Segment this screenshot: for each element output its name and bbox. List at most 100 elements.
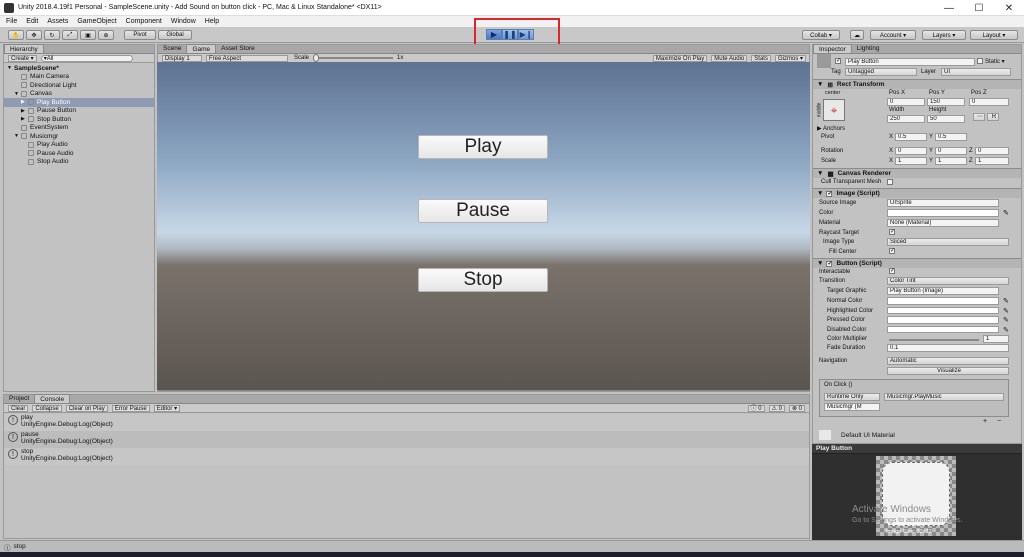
tab-game[interactable]: Game bbox=[186, 44, 217, 53]
hierarchy-search-input[interactable]: ▾All bbox=[40, 54, 133, 62]
tab-console[interactable]: Console bbox=[34, 394, 71, 403]
material-field[interactable]: None (Material) bbox=[887, 219, 999, 227]
remove-event-button[interactable]: − bbox=[997, 418, 1001, 425]
object-name-input[interactable]: Play Button bbox=[845, 58, 975, 66]
clear-button[interactable]: Clear bbox=[8, 404, 29, 412]
hierarchy-item[interactable]: ▶ Play Button bbox=[4, 98, 154, 107]
layer-dropdown[interactable]: UI bbox=[941, 68, 1011, 76]
console-entry[interactable]: ! play UnityEngine.Debug:Log(Object) bbox=[4, 414, 809, 431]
hierarchy-item[interactable]: ▼ Musicmgr bbox=[4, 132, 154, 141]
button-script-header[interactable]: ▼ ✓ Button (Script) bbox=[813, 258, 1021, 268]
static-dropdown[interactable]: Static ▾ bbox=[985, 58, 1005, 65]
color-swatch[interactable] bbox=[887, 209, 999, 217]
menu-window[interactable]: Window bbox=[171, 18, 196, 25]
foldout-arrow-icon[interactable]: ▼ bbox=[14, 91, 21, 97]
global-toggle[interactable]: Global bbox=[158, 30, 192, 40]
hand-tool-icon[interactable]: ✋ bbox=[8, 30, 24, 40]
pivot-y-field[interactable]: 0.5 bbox=[935, 133, 967, 141]
image-enabled-checkbox[interactable]: ✓ bbox=[826, 190, 832, 197]
foldout-arrow-icon[interactable]: ▶ bbox=[21, 116, 28, 122]
rect-tool-icon[interactable]: ▣ bbox=[80, 30, 96, 40]
hierarchy-item[interactable]: Directional Light bbox=[4, 81, 154, 90]
foldout-arrow-icon[interactable]: ▶ bbox=[21, 108, 28, 114]
raycast-checkbox[interactable]: ✓ bbox=[889, 229, 895, 235]
menu-gameobject[interactable]: GameObject bbox=[77, 18, 116, 25]
menu-file[interactable]: File bbox=[6, 18, 17, 25]
tab-hierarchy[interactable]: Hierarchy bbox=[4, 44, 44, 53]
editor-dropdown[interactable]: Editor ▾ bbox=[153, 404, 181, 412]
tab-asset-store[interactable]: Asset Store bbox=[216, 44, 260, 53]
tab-project[interactable]: Project bbox=[4, 394, 34, 403]
static-checkbox[interactable] bbox=[977, 58, 983, 64]
pivot-x-field[interactable]: 0.5 bbox=[895, 133, 927, 141]
scale-y-field[interactable]: 1 bbox=[935, 157, 967, 165]
transform-tool-icon[interactable]: ⊕ bbox=[98, 30, 114, 40]
color-swatch[interactable] bbox=[887, 316, 999, 324]
rotation-y-field[interactable]: 0 bbox=[935, 147, 967, 155]
mute-audio-toggle[interactable]: Mute Audio bbox=[711, 54, 748, 62]
eyedropper-icon[interactable]: ✎ bbox=[1003, 316, 1009, 324]
game-view[interactable]: Play Pause Stop bbox=[157, 62, 810, 390]
hierarchy-item[interactable]: Play Audio bbox=[4, 141, 154, 150]
gizmos-dropdown[interactable]: Gizmos ▾ bbox=[774, 54, 806, 62]
tag-dropdown[interactable]: Untagged bbox=[845, 68, 917, 76]
image-script-header[interactable]: ▼ ✓ Image (Script) bbox=[813, 188, 1021, 198]
foldout-arrow-icon[interactable]: ▶ bbox=[21, 99, 28, 105]
tab-scene[interactable]: Scene bbox=[158, 44, 186, 53]
visualize-button[interactable]: Visualize bbox=[887, 367, 1009, 375]
hierarchy-item[interactable]: Pause Audio bbox=[4, 149, 154, 158]
menu-assets[interactable]: Assets bbox=[47, 18, 68, 25]
add-event-button[interactable]: + bbox=[983, 418, 987, 425]
menu-component[interactable]: Component bbox=[126, 18, 162, 25]
color-swatch[interactable] bbox=[887, 297, 999, 305]
menu-help[interactable]: Help bbox=[205, 18, 219, 25]
foldout-arrow-icon[interactable]: ▼ bbox=[7, 65, 14, 71]
error-count-toggle[interactable]: ⊗ 0 bbox=[788, 404, 805, 412]
scale-tool-icon[interactable]: ⤢ bbox=[62, 30, 78, 40]
fill-center-checkbox[interactable]: ✓ bbox=[889, 248, 895, 254]
game-play-button[interactable]: Play bbox=[418, 135, 548, 159]
hierarchy-item[interactable]: ▶ Stop Button bbox=[4, 115, 154, 124]
color-swatch[interactable] bbox=[887, 325, 999, 334]
layout-dropdown[interactable]: Layout ▾ bbox=[970, 30, 1018, 40]
game-pause-button[interactable]: Pause bbox=[418, 199, 548, 223]
info-count-toggle[interactable]: ⓘ 0 bbox=[747, 404, 765, 412]
minimize-button[interactable]: — bbox=[934, 0, 964, 16]
display-dropdown[interactable]: Display 1 bbox=[162, 54, 202, 62]
tab-inspector[interactable]: Inspector bbox=[813, 44, 852, 53]
source-image-field[interactable]: UISprite bbox=[887, 199, 999, 207]
eyedropper-icon[interactable]: ✎ bbox=[1003, 326, 1009, 334]
event-object-field[interactable]: Musicmgr (M bbox=[824, 403, 880, 411]
raw-edit-button[interactable]: R bbox=[987, 113, 999, 121]
maximize-button[interactable]: ☐ bbox=[964, 0, 994, 16]
hierarchy-item[interactable]: EventSystem bbox=[4, 124, 154, 133]
image-type-dropdown[interactable]: Sliced bbox=[887, 238, 1009, 246]
error-pause-toggle[interactable]: Error Pause bbox=[111, 404, 150, 412]
eyedropper-icon[interactable]: ✎ bbox=[1003, 297, 1009, 305]
layers-dropdown[interactable]: Layers ▾ bbox=[922, 30, 966, 40]
console-entry[interactable]: ! pause UnityEngine.Debug:Log(Object) bbox=[4, 431, 809, 448]
warning-count-toggle[interactable]: ⚠ 0 bbox=[768, 404, 785, 412]
button-enabled-checkbox[interactable]: ✓ bbox=[826, 260, 832, 267]
scale-x-field[interactable]: 1 bbox=[895, 157, 927, 165]
color-multiplier-field[interactable]: 1 bbox=[983, 335, 1009, 343]
rect-transform-header[interactable]: ▼ ⊞ Rect Transform bbox=[813, 79, 1021, 89]
console-entry[interactable]: ! stop UnityEngine.Debug:Log(Object) bbox=[4, 448, 809, 465]
cloud-icon[interactable]: ☁ bbox=[850, 30, 864, 40]
interactable-checkbox[interactable]: ✓ bbox=[889, 268, 895, 274]
canvas-renderer-header[interactable]: ▼ ▦ Canvas Renderer bbox=[813, 168, 1021, 178]
clear-on-play-toggle[interactable]: Clear on Play bbox=[65, 404, 108, 412]
foldout-arrow-icon[interactable]: ▼ bbox=[14, 133, 21, 139]
pos-y-field[interactable]: 150 bbox=[927, 98, 965, 106]
anchor-preset-button[interactable]: ⌖ bbox=[823, 99, 845, 121]
target-graphic-field[interactable]: Play Button (Image) bbox=[887, 287, 999, 295]
pos-z-field[interactable]: 0 bbox=[969, 98, 1009, 106]
collapse-toggle[interactable]: Collapse bbox=[32, 404, 62, 412]
fade-duration-field[interactable]: 0.1 bbox=[887, 344, 1009, 352]
menu-edit[interactable]: Edit bbox=[26, 18, 38, 25]
active-checkbox[interactable]: ✓ bbox=[835, 58, 841, 64]
rotation-z-field[interactable]: 0 bbox=[975, 147, 1009, 155]
function-dropdown[interactable]: Musicmgr.PlayMusic bbox=[884, 393, 1004, 401]
pos-x-field[interactable]: 0 bbox=[887, 98, 925, 106]
height-field[interactable]: 50 bbox=[927, 115, 965, 123]
